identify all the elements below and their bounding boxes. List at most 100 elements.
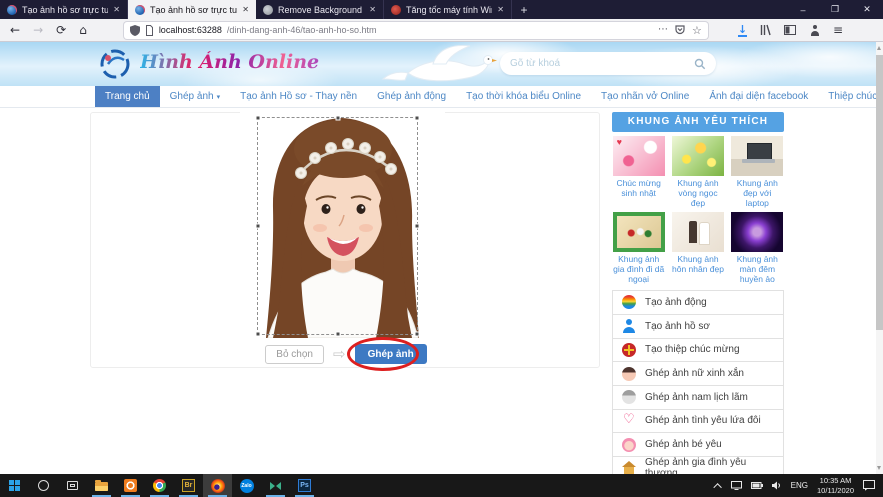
removebg-favicon [263,4,273,15]
page-info-icon[interactable] [145,24,154,36]
forward-icon[interactable]: → [33,24,43,36]
close-tab-icon[interactable]: ✕ [113,5,120,14]
browser-tab-2-active[interactable]: Tạo ảnh hồ sơ trực tuyến ✕ [128,0,256,19]
back-icon[interactable]: ← [10,24,20,36]
scroll-down-icon[interactable] [877,466,881,470]
visual-studio-button[interactable] [261,474,290,497]
thumbnail-image[interactable] [671,211,724,252]
menu-item-tao-anh-ho-so[interactable]: Tạo ảnh hồ sơ [613,314,783,339]
frame-thumb-wedding[interactable]: Khung ảnh hôn nhân đẹp [671,211,724,285]
editor-canvas-card: Bỏ chọn ⇨ Ghép ảnh [90,112,600,371]
sidebar-toggle-icon[interactable] [784,25,797,35]
downloads-icon[interactable]: ↓ [737,24,748,37]
speaker-icon[interactable] [771,481,782,490]
frame-thumb-night[interactable]: Khung ảnh màn đêm huyền ảo [731,211,784,285]
nav-item-thiep-chuc-mung[interactable]: Thiệp chúc mừng [818,86,876,107]
site-logo-icon[interactable] [96,46,136,82]
close-tab-icon[interactable]: ✕ [369,5,376,14]
browser-tab-bar: Tạo ảnh hồ sơ trực tuyến ✕ Tạo ảnh hồ sơ… [0,0,883,19]
search-icon[interactable] [694,58,706,70]
browser-tab-4[interactable]: Tăng tốc máy tính Windows 1 ✕ [384,0,512,19]
frame-thumb-family[interactable]: Khung ảnh gia đình đi dã ngoại [612,211,665,285]
nav-item-ghep-anh[interactable]: Ghép ảnh ▾ [160,86,230,107]
nav-item-nhan-vo[interactable]: Tạo nhãn vở Online [591,86,699,107]
close-window-button[interactable]: ✕ [851,0,883,19]
battery-icon[interactable] [750,482,763,489]
thumbnail-image[interactable] [671,136,724,176]
search-input[interactable] [510,58,694,69]
site-nav: Trang chủ Ghép ảnh ▾ Tạo ảnh Hồ sơ - Tha… [0,86,876,108]
selection-handle[interactable] [255,331,261,337]
arrow-right-icon: ⇨ [333,344,346,363]
frame-thumb-birthday[interactable]: Chúc mừng sinh nhật [612,136,665,209]
menu-item-tao-thiep[interactable]: Tạo thiệp chúc mừng [613,338,783,363]
restore-button[interactable]: ❐ [819,0,851,19]
selection-handle[interactable] [414,331,420,337]
thumbnail-image[interactable] [731,211,784,252]
site-logo-text[interactable]: Hình Ảnh Online [140,51,319,73]
shield-icon[interactable] [129,24,140,36]
firefox-button[interactable] [203,474,232,497]
site-search-box[interactable] [500,52,716,75]
new-tab-button[interactable]: + [512,0,536,19]
page-actions-icon[interactable]: ⋯ [658,25,668,35]
adobe-bridge-button[interactable]: Br [174,474,203,497]
nav-item-ghep-anh-dong[interactable]: Ghép ảnh động [367,86,456,107]
task-view-button[interactable] [58,474,87,497]
menu-item-nu-xinh-xan[interactable]: Ghép ảnh nữ xinh xắn [613,362,783,386]
nav-item-avatar-facebook[interactable]: Ảnh đại diện facebook [699,86,818,107]
hamburger-menu-icon[interactable]: ≡ [833,23,843,37]
close-tab-icon[interactable]: ✕ [242,5,249,14]
page-scrollbar[interactable] [876,42,883,474]
photoshop-button[interactable]: Ps [290,474,319,497]
home-icon[interactable]: ⌂ [79,24,87,36]
url-bar[interactable]: localhost:63288 /dinh-dang-anh-46/tao-an… [123,21,708,39]
minimize-button[interactable]: – [787,0,819,19]
selection-handle[interactable] [335,331,340,337]
close-tab-icon[interactable]: ✕ [497,5,504,14]
menu-item-be-yeu[interactable]: Ghép ảnh bé yêu [613,433,783,457]
scrollbar-thumb[interactable] [876,55,883,330]
nav-item-thoi-khoa-bieu[interactable]: Tạo thời khóa biểu Online [456,86,591,107]
uploaded-portrait-photo[interactable] [240,112,445,339]
idm-button[interactable] [116,474,145,497]
nav-item-home[interactable]: Trang chủ [95,86,160,107]
thumbnail-image[interactable] [612,136,665,176]
thumbnail-image[interactable] [731,136,784,176]
action-center-icon[interactable] [863,480,875,491]
file-explorer-button[interactable] [87,474,116,497]
selection-handle[interactable] [414,115,420,121]
cortana-button[interactable] [29,474,58,497]
scroll-up-icon[interactable] [877,46,881,50]
selection-handle[interactable] [255,223,261,229]
selection-handle[interactable] [335,115,340,121]
menu-item-tinh-yeu[interactable]: Ghép ảnh tình yêu lứa đôi [613,409,783,434]
start-button[interactable] [0,474,29,497]
library-icon[interactable] [760,24,771,36]
chrome-button[interactable] [145,474,174,497]
zalo-icon: Zalo [239,478,254,493]
pocket-icon[interactable] [675,25,685,35]
zalo-button[interactable]: Zalo [232,474,261,497]
selection-handle[interactable] [255,115,261,121]
browser-tab-3[interactable]: Remove Background from Im ✕ [256,0,384,19]
reload-icon[interactable]: ⟳ [56,24,66,36]
hidden-icons-chevron[interactable] [713,482,722,492]
menu-item-nam-lich-lam[interactable]: Ghép ảnh nam lịch lãm [613,385,783,410]
merge-photo-button[interactable]: Ghép ảnh [354,344,427,365]
browser-tab-1[interactable]: Tạo ảnh hồ sơ trực tuyến ✕ [0,0,128,19]
bookmark-star-icon[interactable]: ☆ [692,25,702,36]
cortana-icon [38,480,49,491]
selection-handle[interactable] [414,223,420,229]
nav-item-tao-anh-ho-so[interactable]: Tạo ảnh Hồ sơ - Thay nền [230,86,367,107]
account-icon[interactable] [809,24,820,36]
deselect-button[interactable]: Bỏ chọn [265,344,324,364]
menu-item-tao-anh-dong[interactable]: Tạo ảnh động [613,291,783,315]
crop-selection-box[interactable] [255,115,420,337]
frame-thumb-laptop[interactable]: Khung ảnh đẹp với laptop [731,136,784,209]
language-indicator[interactable]: ENG [791,481,808,490]
network-icon[interactable] [730,481,742,490]
thumbnail-image[interactable] [612,211,665,252]
frame-thumb-jade[interactable]: Khung ảnh vòng ngọc đẹp [671,136,724,209]
clock[interactable]: 10:35 AM 10/11/2020 [817,476,854,495]
